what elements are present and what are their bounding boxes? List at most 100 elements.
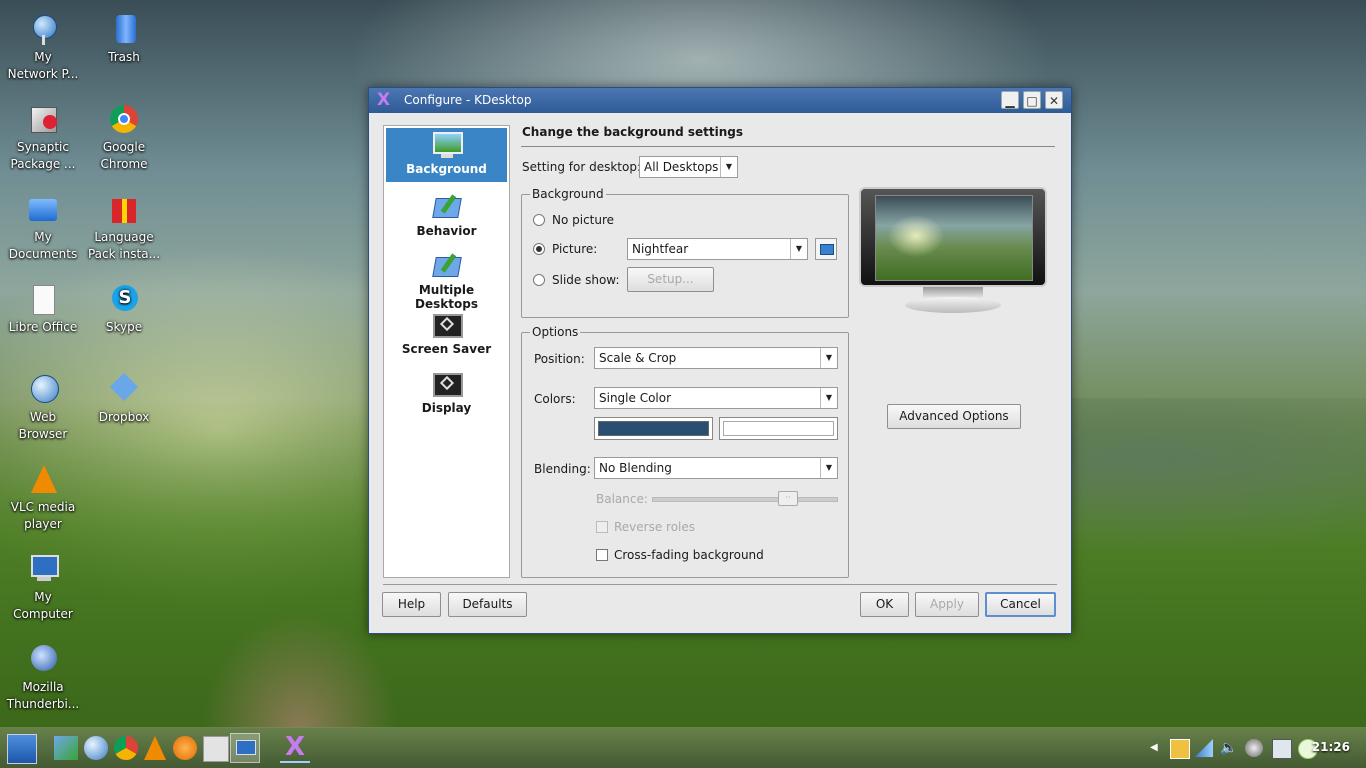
sidebar-item-screen-saver[interactable]: Screen Saver [386, 308, 507, 362]
chevron-down-icon: ▼ [820, 388, 837, 408]
vlc-icon[interactable] [144, 736, 166, 760]
options-group: Options Position: Scale & Crop ▼ Colors:… [521, 325, 849, 578]
cancel-button[interactable]: Cancel [985, 592, 1056, 617]
dropbox-tray-icon[interactable] [1272, 739, 1292, 759]
globe-icon [25, 373, 61, 407]
desktop-icon-label: Dropbox [98, 410, 150, 424]
help-button[interactable]: Help [382, 592, 441, 617]
picture-select[interactable]: Nightfear ▼ [627, 238, 808, 260]
no-picture-label: No picture [552, 213, 615, 227]
browse-picture-button[interactable] [815, 238, 837, 260]
desktop-icon-skype[interactable]: S Skype [84, 283, 164, 336]
desktop-icon-language-pack[interactable]: Language Pack insta... [84, 193, 164, 263]
sidebar-item-background[interactable]: Background [386, 128, 507, 182]
desktop-icon-thunderbird[interactable]: Mozilla Thunderbi... [3, 643, 83, 713]
color-swatch [598, 421, 709, 436]
colors-select[interactable]: Single Color ▼ [594, 387, 838, 409]
blank-document-icon[interactable] [203, 736, 229, 762]
desktop-icon-label: Pack insta... [87, 247, 161, 261]
minimize-button[interactable]: ▁ [1001, 91, 1019, 109]
sidebar-item-behavior[interactable]: Behavior [386, 190, 507, 244]
display-icon [432, 371, 463, 399]
desktop-settings-icon[interactable] [230, 733, 260, 763]
chevron-down-icon: ▼ [820, 348, 837, 368]
desktop-icon-label: Trash [108, 50, 140, 64]
window-title: Configure - KDesktop [404, 93, 532, 107]
desktop-icon-label: player [24, 517, 62, 531]
desktop-icon-label: Chrome [100, 157, 148, 171]
page-title: Change the background settings [522, 125, 744, 139]
chevron-down-icon: ▼ [790, 239, 807, 259]
dropbox-icon [106, 372, 142, 407]
cross-fading-checkbox[interactable] [596, 549, 608, 561]
reverse-roles-checkbox[interactable] [596, 521, 608, 533]
monitor-icon [236, 740, 256, 755]
group-title: Options [530, 325, 581, 339]
screen-saver-icon [432, 312, 463, 340]
settings-sidebar: Background Behavior Multiple Desktops Sc… [383, 125, 510, 578]
title-bar[interactable]: X Configure - KDesktop ▁ □ ✕ [369, 88, 1071, 113]
close-button[interactable]: ✕ [1045, 91, 1063, 109]
chrome-icon [106, 103, 142, 137]
network-icon [25, 13, 61, 47]
vlc-cone-icon [25, 463, 61, 497]
desktop-icon-label: Browser [18, 427, 68, 441]
secondary-color-button[interactable] [719, 417, 838, 440]
balance-slider[interactable] [652, 497, 838, 502]
maximize-button[interactable]: □ [1023, 91, 1041, 109]
divider [383, 584, 1057, 585]
desktop-icon-label: Skype [105, 320, 143, 334]
start-menu-icon[interactable] [7, 734, 37, 764]
pencil-board-icon [431, 194, 462, 222]
advanced-options-button[interactable]: Advanced Options [887, 404, 1021, 429]
desktop-icon-libre-office[interactable]: Libre Office [3, 283, 83, 336]
preview-screen [875, 195, 1033, 281]
kdesktop-task-button[interactable]: X [280, 731, 310, 763]
chevron-down-icon: ▼ [820, 458, 837, 478]
updater-icon[interactable] [1245, 739, 1263, 757]
network-signal-icon[interactable] [1195, 739, 1213, 757]
background-settings-panel: Change the background settings Setting f… [521, 125, 1057, 578]
clock[interactable]: 21:26 [1312, 740, 1350, 754]
position-select[interactable]: Scale & Crop ▼ [594, 347, 838, 369]
slide-show-radio[interactable] [533, 274, 545, 286]
editor-icon[interactable] [54, 736, 78, 760]
desktop-icon-label: My [34, 230, 52, 244]
sidebar-item-multiple-desktops[interactable]: Multiple Desktops [386, 249, 507, 311]
desktop-icon-google-chrome[interactable]: Google Chrome [84, 103, 164, 173]
desktop-icon-web-browser[interactable]: Web Browser [3, 373, 83, 443]
tray-expand-icon[interactable]: ◀ [1150, 739, 1168, 757]
desktop-icon-my-computer[interactable]: My Computer [3, 553, 83, 623]
colors-select-value: Single Color [599, 391, 672, 405]
setup-button[interactable]: Setup... [627, 267, 714, 292]
background-preview [859, 187, 1047, 287]
taskbar: X ◀ 🔈 21:26 [0, 727, 1366, 768]
sidebar-item-display[interactable]: Display [386, 367, 507, 421]
desktop-icon-my-network[interactable]: My Network P... [3, 13, 83, 83]
monitor-base [905, 297, 1001, 313]
desktop-icon-dropbox[interactable]: Dropbox [84, 372, 164, 426]
desktop-icon-label: Google [102, 140, 146, 154]
no-picture-radio[interactable] [533, 214, 545, 226]
app-logo-icon: X [377, 90, 391, 110]
setting-for-desktop-label: Setting for desktop: [522, 160, 642, 174]
ok-button[interactable]: OK [860, 592, 909, 617]
desktop-icon-vlc[interactable]: VLC media player [3, 463, 83, 533]
desktop-icon-trash[interactable]: Trash [84, 13, 164, 66]
primary-color-button[interactable] [594, 417, 713, 440]
desktop-select[interactable]: All Desktops ▼ [639, 156, 738, 178]
notes-tray-icon[interactable] [1170, 739, 1190, 759]
balance-slider-handle[interactable]: ·· [778, 491, 798, 506]
apply-button[interactable]: Apply [915, 592, 979, 617]
picture-radio[interactable] [533, 243, 545, 255]
web-browser-icon[interactable] [84, 736, 108, 760]
desktop-icon-my-documents[interactable]: My Documents [3, 193, 83, 263]
volume-icon[interactable]: 🔈 [1220, 739, 1238, 757]
color-swatch [723, 421, 834, 436]
chrome-icon[interactable] [114, 736, 138, 760]
desktop-icon-label: My [34, 590, 52, 604]
office-icon[interactable] [173, 736, 197, 760]
defaults-button[interactable]: Defaults [448, 592, 527, 617]
blending-select[interactable]: No Blending ▼ [594, 457, 838, 479]
desktop-icon-synaptic[interactable]: Synaptic Package ... [3, 103, 83, 173]
